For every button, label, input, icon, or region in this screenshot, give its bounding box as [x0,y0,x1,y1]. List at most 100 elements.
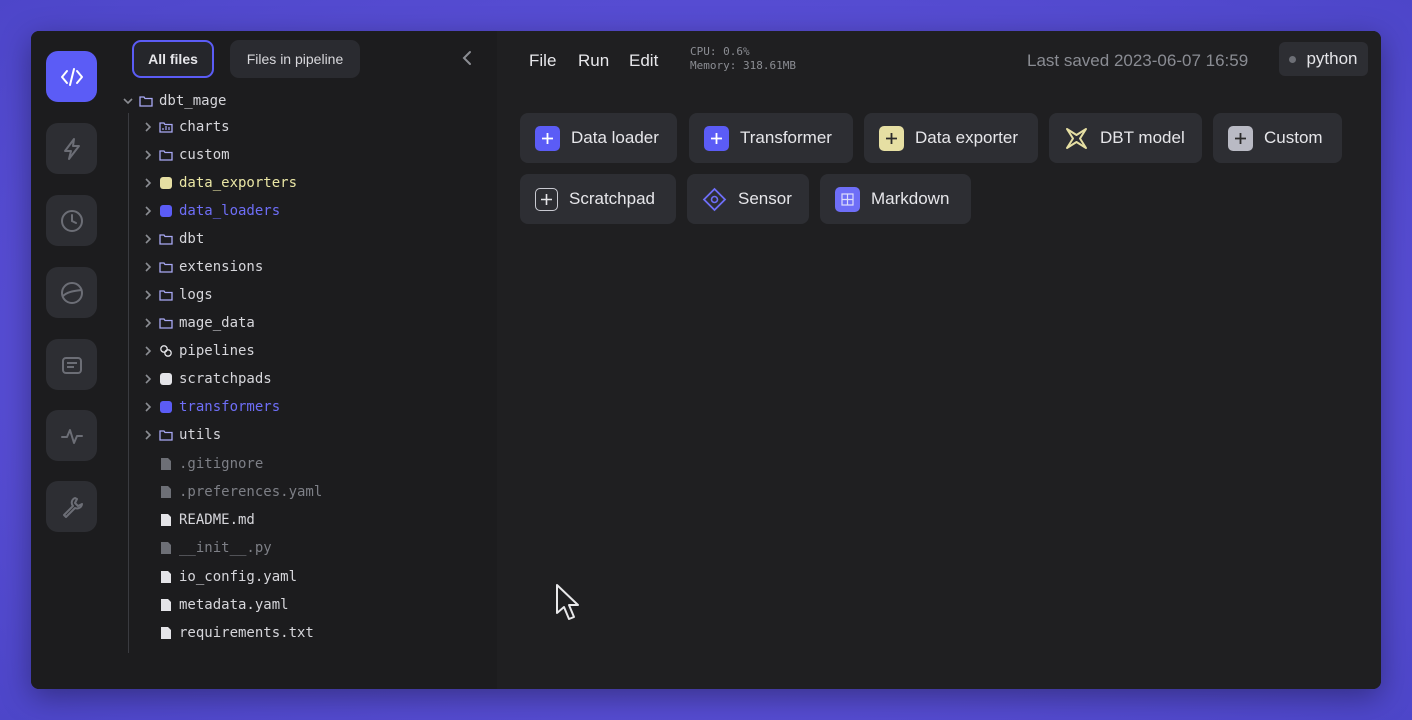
block-button-label: Sensor [738,189,792,208]
tree-item-label: .preferences.yaml [179,484,323,500]
add-data-exporter-button[interactable]: Data exporter [864,113,1038,163]
tree-item-mage-data[interactable]: mage_data [141,311,255,335]
clock-icon [60,209,83,232]
folder-icon [159,262,173,273]
block-button-label: Custom [1264,128,1323,147]
kernel-status-icon [1289,55,1297,63]
tree-item-logs[interactable]: logs [141,283,213,307]
tree-item-label: dbt [179,231,205,247]
run-menu[interactable]: Run [578,51,609,71]
file-icon [161,458,171,470]
kernel-name: python [1306,49,1358,68]
block-button-label: DBT model [1100,128,1185,147]
wrench-icon [62,496,83,518]
add-scratchpad-button[interactable]: Scratchpad [520,174,676,224]
triggers-nav-button[interactable] [46,123,97,174]
chevron-right-icon [145,234,152,244]
tree-item-pipelines[interactable]: pipelines [141,339,255,363]
tree-file-io-config[interactable]: io_config.yaml [159,565,297,589]
tree-file-requirements[interactable]: requirements.txt [159,621,314,645]
scratchpad-block-icon [160,373,172,385]
chevron-right-icon [145,262,152,272]
add-data-loader-button[interactable]: Data loader [520,113,677,163]
backfills-nav-button[interactable] [46,267,97,318]
file-icon [161,486,171,498]
lightning-icon [63,137,80,160]
add-dbt-model-button[interactable]: DBT model [1049,113,1202,163]
settings-nav-button[interactable] [46,481,97,532]
last-saved-status: Last saved 2023-06-07 16:59 [1027,51,1249,70]
mouse-cursor-icon [556,584,579,620]
folder-icon [159,150,173,161]
tree-item-dbt[interactable]: dbt [141,227,204,251]
tree-guide-line [128,113,129,653]
plus-icon [535,187,558,211]
chart-folder-icon [159,122,173,133]
runs-nav-button[interactable] [46,195,97,246]
chevron-right-icon [145,122,152,132]
tree-item-utils[interactable]: utils [141,423,221,447]
add-custom-block-button[interactable]: Custom [1213,113,1342,163]
app-window: All files Files in pipeline dbt_mage cha… [31,31,1381,689]
tree-file-readme[interactable]: README.md [159,508,255,532]
tree-item-label: mage_data [179,315,255,331]
block-button-label: Data loader [571,128,659,147]
tree-item-label: charts [179,119,230,135]
monitor-nav-button[interactable] [46,410,97,461]
block-button-label: Scratchpad [569,189,655,208]
tree-item-transformers[interactable]: transformers [141,395,280,419]
tree-item-label: io_config.yaml [179,569,298,585]
folder-icon [159,318,173,329]
collapse-panel-icon[interactable] [457,48,477,68]
file-icon [161,571,171,583]
kernel-selector[interactable]: python [1279,42,1368,76]
activity-icon [60,428,83,444]
tree-root[interactable]: dbt_mage [121,89,226,113]
code-icon [60,67,83,86]
tree-item-charts[interactable]: charts [141,115,230,139]
cpu-usage: CPU: 0.6% [690,45,750,58]
tree-file-preferences[interactable]: .preferences.yaml [159,480,322,504]
pipeline-icon [160,345,172,357]
plus-icon [1228,125,1253,151]
plus-icon [704,125,729,151]
file-icon [161,514,171,526]
tree-item-custom[interactable]: custom [141,143,230,167]
tree-item-extensions[interactable]: extensions [141,255,263,279]
add-markdown-button[interactable]: Markdown [820,174,971,224]
tree-item-scratchpads[interactable]: scratchpads [141,367,272,391]
markdown-icon [835,186,860,212]
folder-icon [159,290,173,301]
tree-item-data-exporters[interactable]: data_exporters [141,171,297,195]
tree-file-init[interactable]: __init__.py [159,536,272,560]
code-editor-nav-button[interactable] [46,51,97,102]
chevron-right-icon [145,430,152,440]
logs-nav-button[interactable] [46,339,97,390]
exporter-block-icon [160,177,172,189]
block-button-label: Transformer [740,128,832,147]
editor-area: File Run Edit CPU: 0.6% Memory: 318.61MB… [497,31,1381,689]
chevron-right-icon [145,374,152,384]
system-stats: CPU: 0.6% Memory: 318.61MB [690,45,796,73]
tree-item-label: transformers [179,399,281,415]
file-menu[interactable]: File [529,51,556,71]
file-icon [161,627,171,639]
tree-file-metadata[interactable]: metadata.yaml [159,593,289,617]
tree-item-data-loaders[interactable]: data_loaders [141,199,280,223]
file-icon [161,542,171,554]
add-transformer-button[interactable]: Transformer [689,113,853,163]
tree-item-label: extensions [179,259,264,275]
loader-block-icon [160,205,172,217]
tree-root-label: dbt_mage [159,93,227,109]
add-sensor-button[interactable]: Sensor [687,174,809,224]
all-files-tab[interactable]: All files [132,40,214,78]
chevron-right-icon [145,206,152,216]
files-in-pipeline-tab[interactable]: Files in pipeline [230,40,360,78]
chevron-right-icon [145,346,152,356]
transformer-block-icon [160,401,172,413]
block-button-label: Markdown [871,189,950,208]
edit-menu[interactable]: Edit [629,51,658,71]
dbt-icon [1064,126,1089,151]
tree-file-gitignore[interactable]: .gitignore [159,452,263,476]
planet-icon [60,281,83,304]
